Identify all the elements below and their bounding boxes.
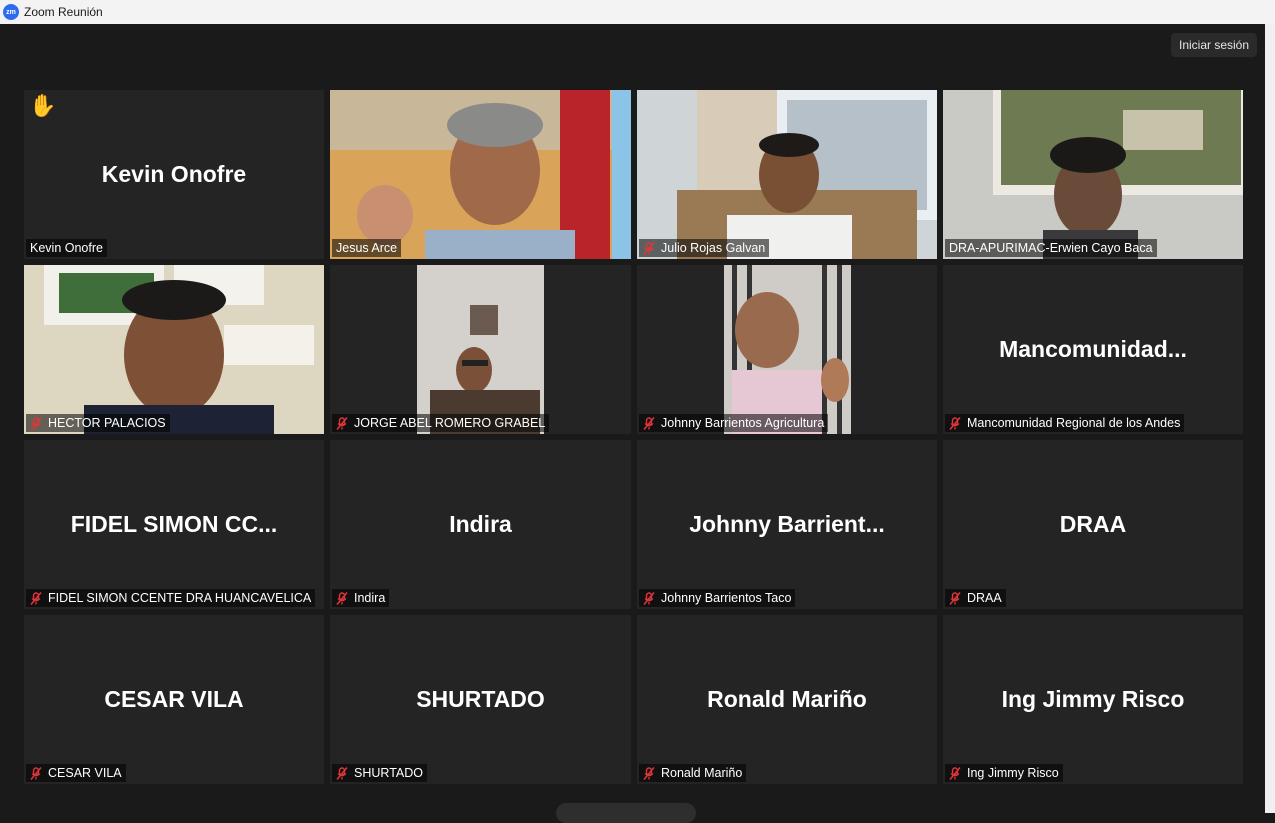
participant-name: Johnny Barrientos Taco	[661, 591, 792, 605]
signin-button[interactable]: Iniciar sesión	[1171, 33, 1258, 57]
toolbar-handle[interactable]	[556, 803, 696, 823]
participant-display-name: Mancomunidad...	[999, 336, 1187, 362]
title-bar: zm Zoom Reunión	[0, 0, 1275, 24]
participant-name: Kevin Onofre	[30, 241, 103, 255]
muted-mic-icon	[643, 591, 655, 605]
participant-name-tag: FIDEL SIMON CCENTE DRA HUANCAVELICA	[26, 589, 316, 607]
participant-display-name: Ing Jimmy Risco	[1001, 686, 1185, 712]
muted-mic-icon	[336, 416, 348, 430]
participant-tile[interactable]: Johnny Barrient... Johnny Barrientos Tac…	[637, 440, 937, 609]
participant-name-tag: DRA-APURIMAC-Erwien Cayo Baca	[945, 239, 1157, 257]
participant-tile[interactable]: DRA-APURIMAC-Erwien Cayo Baca	[943, 90, 1243, 259]
muted-mic-icon	[643, 766, 655, 780]
muted-mic-icon	[336, 766, 348, 780]
participant-name-tag: SHURTADO	[332, 764, 427, 782]
participant-name-tag: DRAA	[945, 589, 1006, 607]
muted-mic-icon	[336, 591, 348, 605]
participant-tile[interactable]: Ronald Mariño Ronald Mariño	[637, 615, 937, 784]
participant-display-name: DRAA	[1059, 511, 1127, 537]
muted-mic-icon	[30, 591, 42, 605]
participant-video	[330, 90, 631, 259]
participant-name: DRA-APURIMAC-Erwien Cayo Baca	[949, 241, 1153, 255]
participant-tile[interactable]: CESAR VILA CESAR VILA	[24, 615, 324, 784]
participant-tile[interactable]: JORGE ABEL ROMERO GRABEL	[330, 265, 631, 434]
zoom-logo-icon: zm	[3, 4, 19, 20]
participant-name-tag: Ing Jimmy Risco	[945, 764, 1063, 782]
participant-name: Indira	[354, 591, 386, 605]
participant-name: Julio Rojas Galvan	[661, 241, 766, 255]
participant-display-name: SHURTADO	[416, 686, 545, 712]
participant-name: Ing Jimmy Risco	[967, 766, 1059, 780]
participant-name-tag: Julio Rojas Galvan	[639, 239, 770, 257]
participant-tile[interactable]: DRAA DRAA	[943, 440, 1243, 609]
participant-name: DRAA	[967, 591, 1002, 605]
participant-video	[637, 265, 937, 434]
muted-mic-icon	[30, 416, 42, 430]
participant-display-name: Johnny Barrient...	[689, 511, 885, 537]
participant-name-tag: Johnny Barrientos Taco	[639, 589, 796, 607]
muted-mic-icon	[949, 591, 961, 605]
participant-display-name: Ronald Mariño	[707, 686, 867, 712]
muted-mic-icon	[643, 416, 655, 430]
participant-tile[interactable]: HECTOR PALACIOS	[24, 265, 324, 434]
participant-name-tag: JORGE ABEL ROMERO GRABEL	[332, 414, 550, 432]
window-title: Zoom Reunión	[24, 5, 103, 19]
muted-mic-icon	[30, 766, 42, 780]
participant-tile-active-speaker[interactable]: Jesus Arce	[330, 90, 631, 259]
participant-tile[interactable]: ✋ Kevin Onofre Kevin Onofre	[24, 90, 324, 259]
participant-tile[interactable]: Ing Jimmy Risco Ing Jimmy Risco	[943, 615, 1243, 784]
participant-name: Ronald Mariño	[661, 766, 743, 780]
participant-name-tag: CESAR VILA	[26, 764, 126, 782]
muted-mic-icon	[643, 241, 655, 255]
participant-name-tag: Johnny Barrientos Agricultura	[639, 414, 829, 432]
participant-tile[interactable]: SHURTADO SHURTADO	[330, 615, 631, 784]
muted-mic-icon	[949, 766, 961, 780]
participant-name: CESAR VILA	[48, 766, 122, 780]
participant-name: FIDEL SIMON CCENTE DRA HUANCAVELICA	[48, 591, 312, 605]
participant-name: Mancomunidad Regional de los Andes	[967, 416, 1181, 430]
participant-name: SHURTADO	[354, 766, 423, 780]
participant-name: HECTOR PALACIOS	[48, 416, 166, 430]
participant-tile[interactable]: FIDEL SIMON CC... FIDEL SIMON CCENTE DRA…	[24, 440, 324, 609]
participant-name: Jesus Arce	[336, 241, 398, 255]
participant-display-name: Kevin Onofre	[101, 161, 247, 187]
muted-mic-icon	[949, 416, 961, 430]
participant-name: Johnny Barrientos Agricultura	[661, 416, 825, 430]
participant-name-tag: HECTOR PALACIOS	[26, 414, 170, 432]
participant-name-tag: Indira	[332, 589, 390, 607]
participant-grid: ✋ Kevin Onofre Kevin Onofre Jesus Arce J…	[24, 90, 1243, 784]
participant-name-tag: Ronald Mariño	[639, 764, 747, 782]
participant-video	[943, 90, 1243, 259]
window-edge	[1265, 24, 1275, 813]
participant-name-tag: Kevin Onofre	[26, 239, 107, 257]
participant-name: JORGE ABEL ROMERO GRABEL	[354, 416, 546, 430]
participant-tile[interactable]: Indira Indira	[330, 440, 631, 609]
participant-video	[330, 265, 631, 434]
participant-name-tag: Mancomunidad Regional de los Andes	[945, 414, 1185, 432]
participant-name-tag: Jesus Arce	[332, 239, 402, 257]
participant-tile[interactable]: Julio Rojas Galvan	[637, 90, 937, 259]
participant-video	[24, 265, 324, 434]
participant-tile[interactable]: Mancomunidad... Mancomunidad Regional de…	[943, 265, 1243, 434]
participant-display-name: Indira	[449, 511, 512, 537]
participant-display-name: CESAR VILA	[104, 686, 244, 712]
participant-display-name: FIDEL SIMON CC...	[70, 511, 278, 537]
participant-tile[interactable]: Johnny Barrientos Agricultura	[637, 265, 937, 434]
participant-video	[637, 90, 937, 259]
